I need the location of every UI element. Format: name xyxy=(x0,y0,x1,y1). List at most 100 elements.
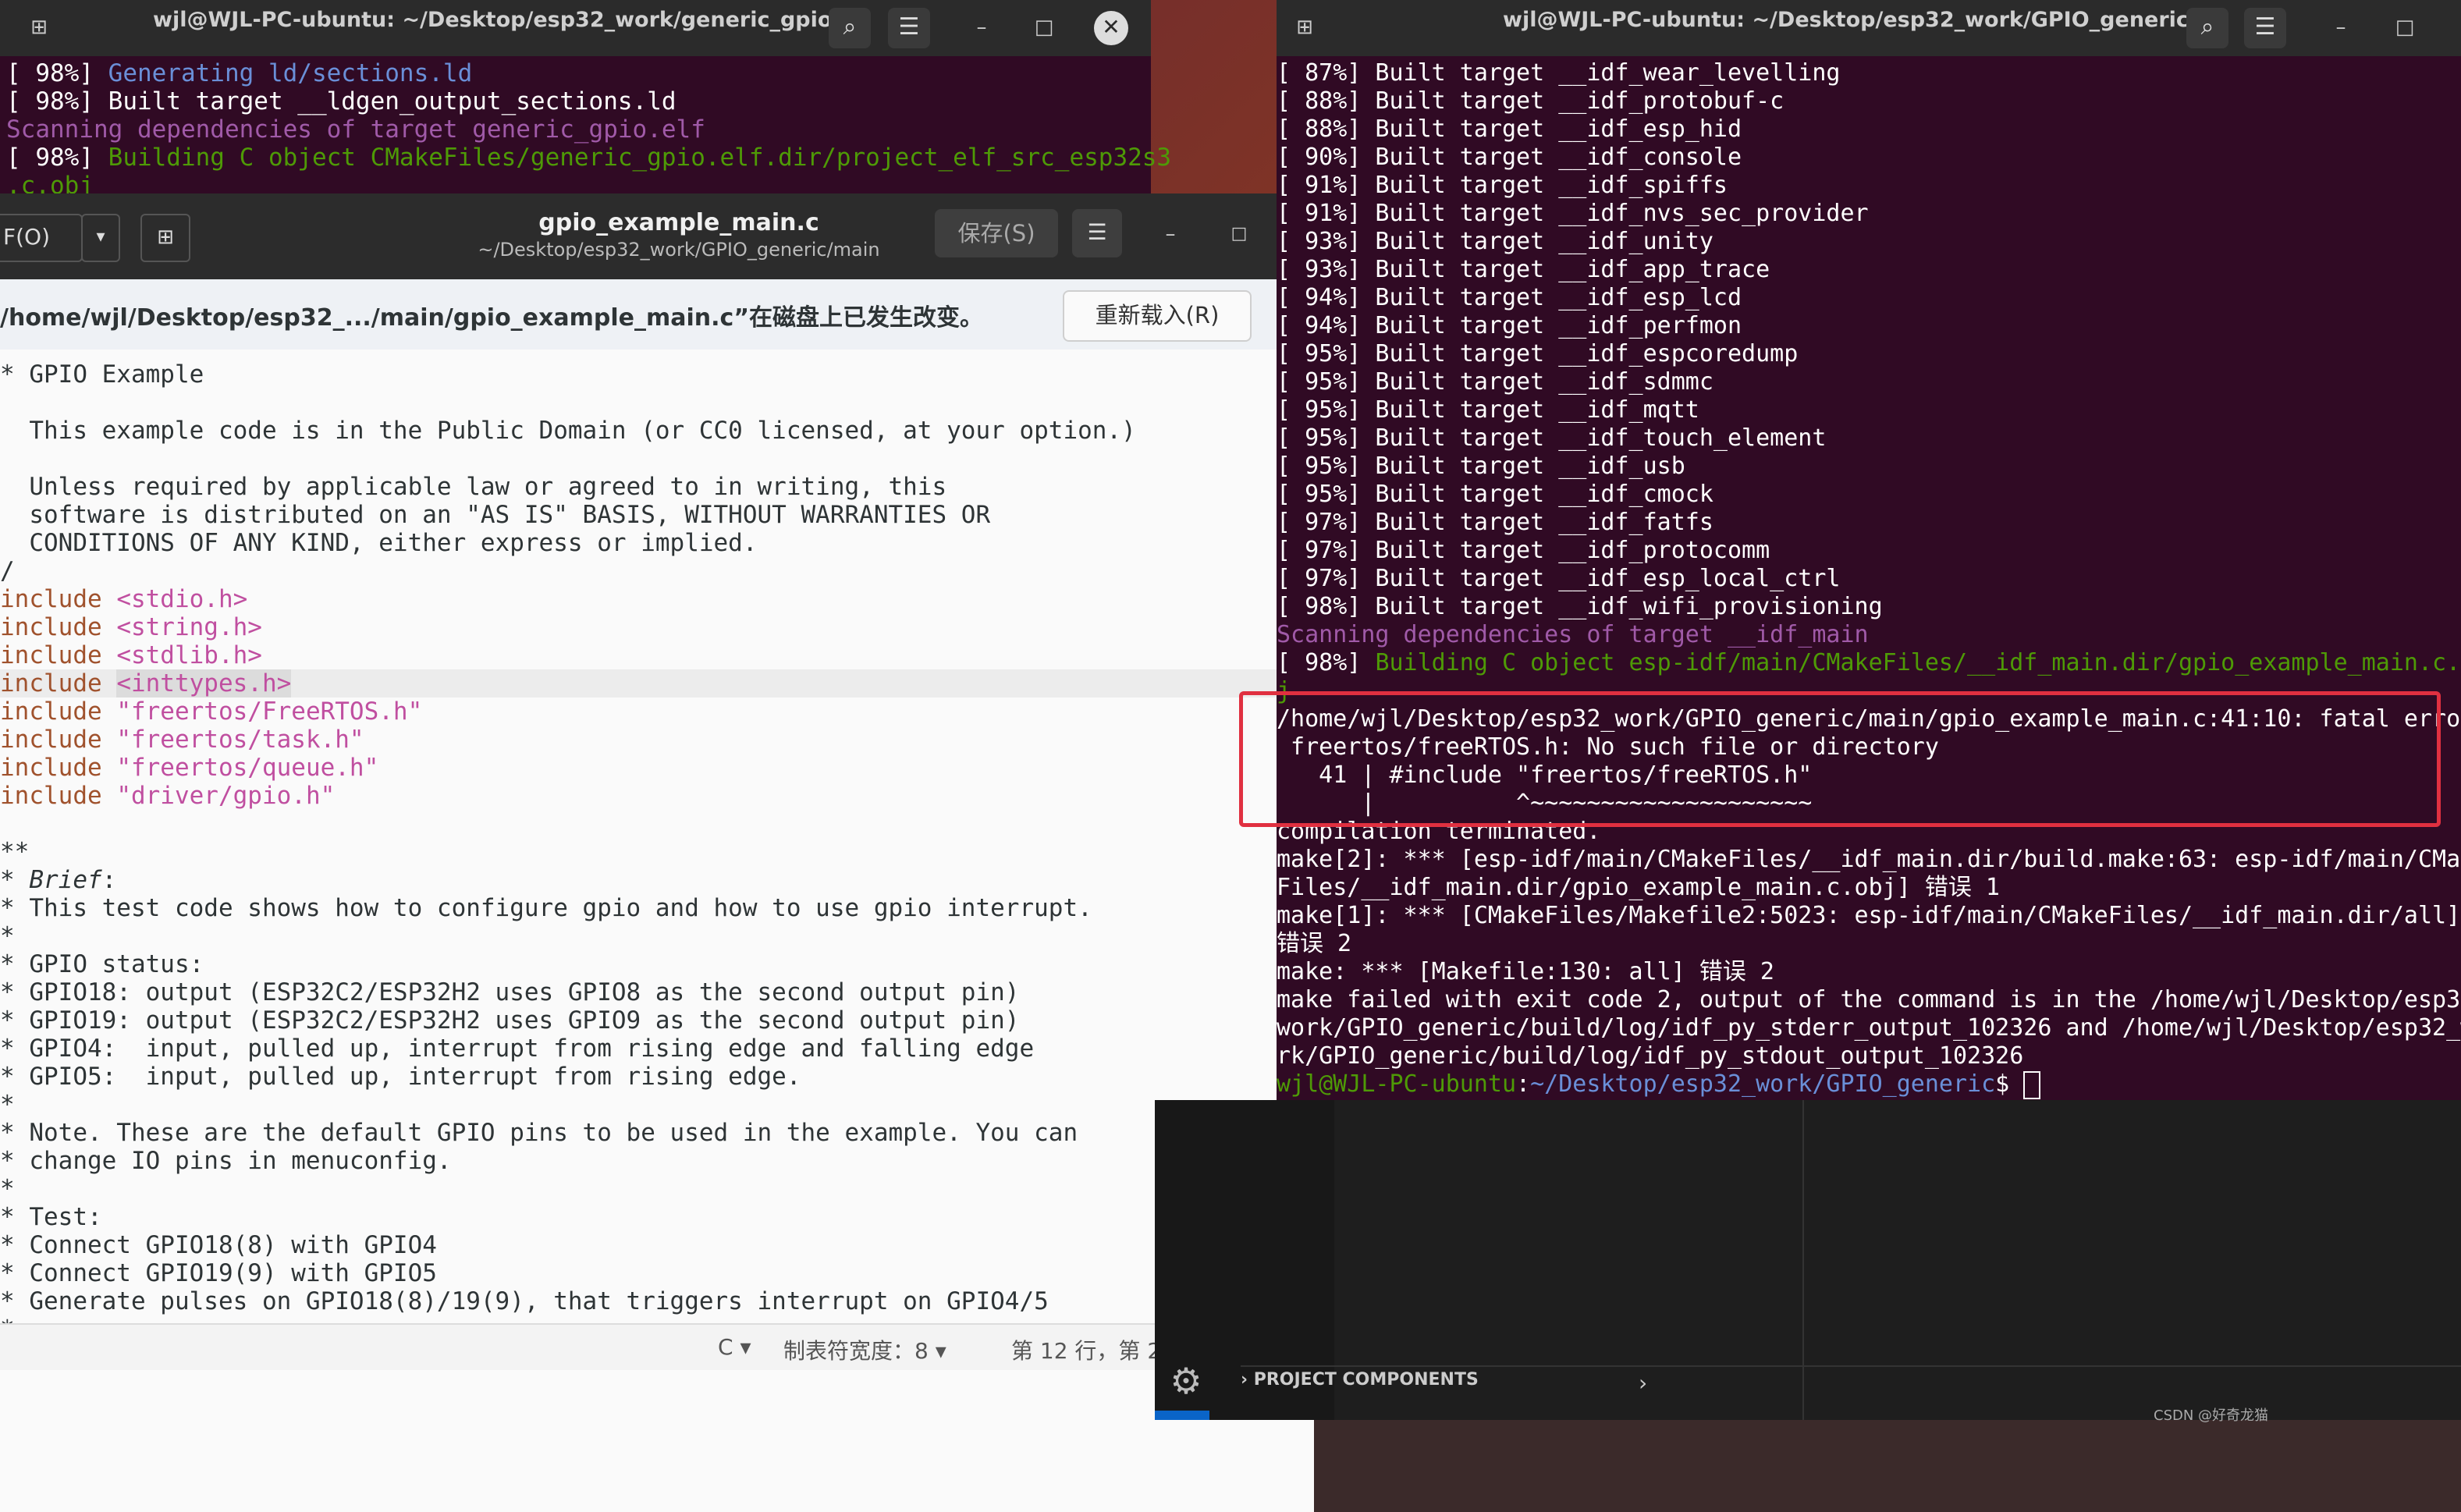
terminal-line: [ 98%] Building C object CMakeFiles/gene… xyxy=(6,144,1171,172)
comment-text: * GPIO5: input, pulled up, interrupt fro… xyxy=(0,1063,801,1091)
editor-filepath: ~/Desktop/esp32_work/GPIO_generic/main xyxy=(478,239,880,261)
status-bar: C ▾ 制表符宽度：8 ▾ 第 12 行，第 22 列 ▾ 插入 xyxy=(0,1323,1334,1370)
terminal-line: Files/__idf_main.dir/gpio_example_main.c… xyxy=(1277,874,2000,902)
terminal-line: [ 97%] Built target __idf_protocomm xyxy=(1277,537,1770,565)
menu-icon[interactable]: ☰ xyxy=(2244,8,2286,48)
new-document-icon[interactable]: ⊞ xyxy=(140,214,190,262)
terminal-line: [ 94%] Built target __idf_esp_lcd xyxy=(1277,284,1742,312)
comment-text: Unless required by applicable law or agr… xyxy=(0,473,947,501)
code-line: CONDITIONS OF ANY KIND, either express o… xyxy=(0,529,757,557)
comment-text: software is distributed on an "AS IS" BA… xyxy=(0,501,991,529)
comment-text: * Note. These are the default GPIO pins … xyxy=(0,1119,1078,1147)
maximize-icon[interactable]: □ xyxy=(1223,211,1255,257)
terminal-line: [ 95%] Built target __idf_usb xyxy=(1277,453,1685,481)
settings-gear-icon[interactable]: ⚙ xyxy=(1163,1358,1209,1404)
terminal-line: [ 98%] Built target __idf_wifi_provision… xyxy=(1277,593,1883,621)
include-path: "freertos/queue.h" xyxy=(116,754,379,782)
open-button[interactable]: F(O) xyxy=(0,214,83,262)
terminal-line: [ 91%] Built target __idf_nvs_sec_provid… xyxy=(1277,200,1869,228)
code-line: * GPIO19: output (ESP32C2/ESP32H2 uses G… xyxy=(0,1006,1019,1035)
tab-width-selector[interactable]: 制表符宽度：8 ▾ xyxy=(783,1334,946,1365)
minimize-icon[interactable]: – xyxy=(1155,211,1186,257)
reload-button[interactable]: 重新载入(R) xyxy=(1063,290,1252,342)
terminal-line: [ 98%] Generating ld/sections.ld xyxy=(6,59,472,87)
terminal-line: [ 91%] Built target __idf_spiffs xyxy=(1277,172,1728,200)
code-line: include <string.h> xyxy=(0,613,262,641)
terminal-line: [ 88%] Built target __idf_esp_hid xyxy=(1277,115,1742,144)
include-path: <stdio.h> xyxy=(116,585,248,613)
comment-text: * change IO pins in menuconfig. xyxy=(0,1147,452,1175)
line-text: [ 97%] Built target __idf_esp_local_ctrl xyxy=(1277,565,1841,592)
terminal-window-gpio-generic[interactable]: ⊞ wjl@WJL-PC-ubuntu: ~/Desktop/esp32_wor… xyxy=(1277,0,2461,1100)
code-line: include "freertos/queue.h" xyxy=(0,754,378,782)
terminal-titlebar: ⊞ wjl@WJL-PC-ubuntu: ~/Desktop/esp32_wor… xyxy=(0,0,1151,56)
preprocessor-keyword: include xyxy=(0,613,117,641)
editor-filename: gpio_example_main.c xyxy=(538,209,819,236)
comment-text: * Test: xyxy=(0,1203,102,1231)
minimize-icon[interactable]: – xyxy=(2325,8,2356,48)
line-prefix: [ 98%] xyxy=(6,87,108,115)
hamburger-menu-icon[interactable]: ☰ xyxy=(1072,209,1122,257)
terminal-line: make: *** [Makefile:130: all] 错误 2 xyxy=(1277,958,1774,986)
vscode-window: ⚙ › PROJECT COMPONENTS › CSDN @好奇龙猫 xyxy=(1155,1100,2461,1424)
code-line: * change IO pins in menuconfig. xyxy=(0,1147,452,1175)
code-line: * xyxy=(0,1175,15,1203)
new-tab-icon[interactable]: ⊞ xyxy=(1289,8,1320,48)
line-text: Generating ld/sections.ld xyxy=(108,59,473,87)
terminal-window-generic-gpio[interactable]: ⊞ wjl@WJL-PC-ubuntu: ~/Desktop/esp32_wor… xyxy=(0,0,1171,203)
maximize-icon[interactable]: □ xyxy=(1028,8,1060,48)
comment-text: * GPIO status: xyxy=(0,950,204,978)
line-text: make: *** [Makefile:130: all] 错误 2 xyxy=(1277,958,1774,985)
comment-text: * This test code shows how to configure … xyxy=(0,894,1092,922)
terminal-cursor xyxy=(2023,1070,2041,1099)
line-text: [ 91%] Built target __idf_spiffs xyxy=(1277,172,1728,199)
line-text: [ 97%] Built target __idf_protocomm xyxy=(1277,537,1770,564)
terminal-line: Scanning dependencies of target generic_… xyxy=(6,115,705,144)
comment-text: * xyxy=(0,866,30,894)
comment-text: * Connect GPIO18(8) with GPIO4 xyxy=(0,1231,437,1259)
code-line: include <stdlib.h> xyxy=(0,641,262,669)
chevron-down-icon[interactable]: ▾ xyxy=(81,214,120,262)
search-icon[interactable]: ⌕ xyxy=(2186,8,2228,48)
terminal-line: [ 93%] Built target __idf_app_trace xyxy=(1277,256,1770,284)
preprocessor-keyword: include xyxy=(0,754,117,782)
line-text: [ 90%] Built target __idf_console xyxy=(1277,144,1742,171)
code-line: include <inttypes.h> xyxy=(0,669,1314,697)
new-tab-icon[interactable]: ⊞ xyxy=(23,8,55,48)
save-button[interactable]: 保存(S) xyxy=(935,209,1058,257)
preprocessor-keyword: include xyxy=(0,641,117,669)
preprocessor-keyword: include xyxy=(0,669,117,697)
terminal-line: Scanning dependencies of target __idf_ma… xyxy=(1277,621,1869,649)
code-line: * GPIO Example xyxy=(0,360,204,389)
code-line: * Brief: xyxy=(0,866,116,894)
expand-chevron-icon[interactable]: › xyxy=(1639,1370,1647,1396)
code-line: include "freertos/task.h" xyxy=(0,726,364,754)
maximize-icon[interactable]: □ xyxy=(2389,8,2420,48)
terminal-line: [ 95%] Built target __idf_touch_element xyxy=(1277,424,1826,453)
terminal-line: [ 95%] Built target __idf_cmock xyxy=(1277,481,1713,509)
search-icon[interactable]: ⌕ xyxy=(829,8,871,48)
terminal-line: [ 94%] Built target __idf_perfmon xyxy=(1277,312,1742,340)
code-line: * Generate pulses on GPIO18(8)/19(9), th… xyxy=(0,1287,1049,1315)
text-editor-window[interactable]: F(O) ▾ ⊞ gpio_example_main.c ~/Desktop/e… xyxy=(0,193,1335,1512)
project-components-section[interactable]: › PROJECT COMPONENTS xyxy=(1241,1370,1479,1390)
minimize-icon[interactable]: – xyxy=(966,8,997,48)
code-line: / xyxy=(0,557,15,585)
watermark: CSDN @好奇龙猫 xyxy=(2154,1407,2269,1424)
line-text: [ 95%] Built target __idf_sdmmc xyxy=(1277,368,1713,396)
comment-text: This example code is in the Public Domai… xyxy=(0,417,1136,445)
terminal-title: wjl@WJL-PC-ubuntu: ~/Desktop/esp32_work/… xyxy=(153,8,833,32)
line-text: rk/GPIO_generic/build/log/idf_py_stdout_… xyxy=(1277,1042,2024,1070)
include-path: "driver/gpio.h" xyxy=(116,782,336,810)
code-line: include "driver/gpio.h" xyxy=(0,782,335,810)
code-line: * Note. These are the default GPIO pins … xyxy=(0,1119,1078,1147)
terminal-line: 错误 2 xyxy=(1277,930,1351,958)
language-selector[interactable]: C ▾ xyxy=(718,1334,751,1360)
terminal-line: [ 95%] Built target __idf_sdmmc xyxy=(1277,368,1713,396)
menu-icon[interactable]: ☰ xyxy=(888,8,930,48)
line-text: Building C object CMakeFiles/generic_gpi… xyxy=(108,144,1172,172)
close-icon[interactable]: ✕ xyxy=(1094,11,1128,45)
code-line: software is distributed on an "AS IS" BA… xyxy=(0,501,990,529)
line-text: Scanning dependencies of target __idf_ma… xyxy=(1277,621,1869,648)
comment-text: * xyxy=(0,1175,15,1203)
